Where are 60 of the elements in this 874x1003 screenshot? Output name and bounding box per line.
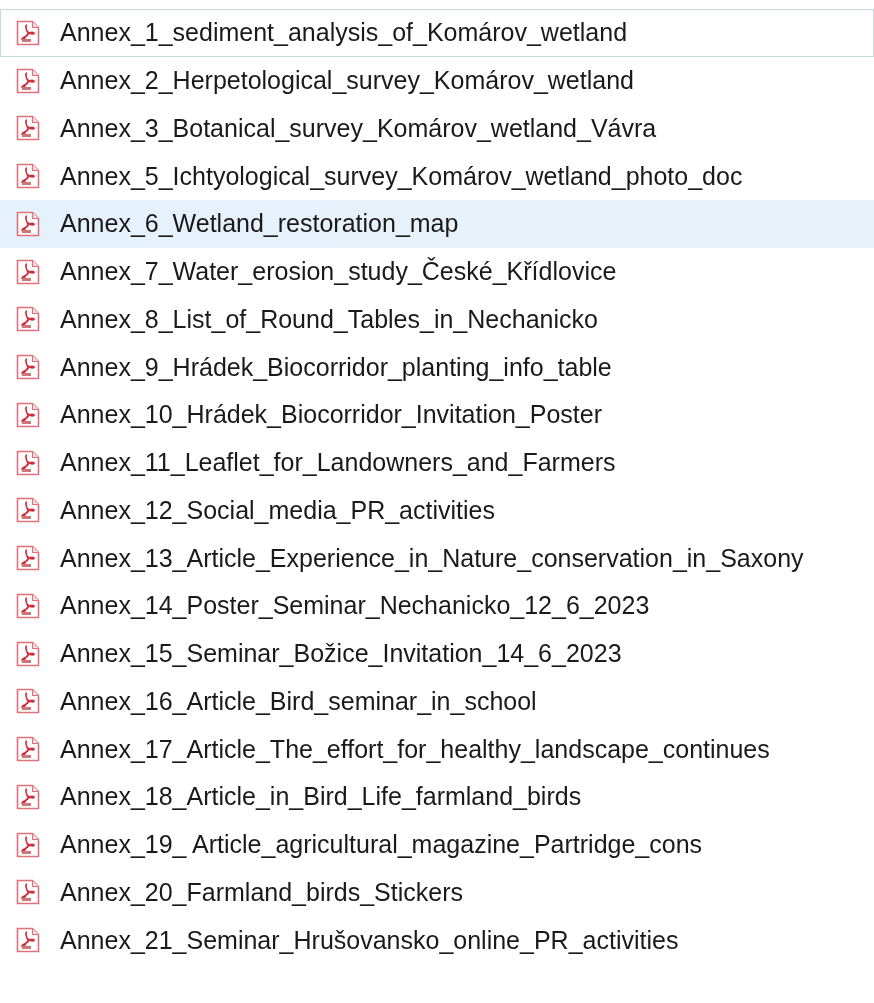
file-name: Annex_8_List_of_Round_Tables_in_Nechanicko	[60, 304, 598, 334]
file-item[interactable]: Annex_2_Herpetological_survey_Komárov_wetland	[0, 56, 874, 105]
pdf-file-icon	[16, 640, 40, 667]
file-name: Annex_16_Article_Bird_seminar_in_school	[60, 686, 537, 716]
file-name: Annex_9_Hrádek_Biocorridor_planting_info_table	[60, 352, 612, 382]
pdf-file-icon	[16, 927, 40, 954]
file-item[interactable]: Annex_14_Poster_Seminar_Nechanicko_12_6_2023	[0, 582, 874, 630]
file-name: Annex_12_Social_media_PR_activities	[60, 495, 495, 525]
pdf-file-icon	[16, 115, 40, 142]
file-name: Annex_6_Wetland_restoration_map	[60, 209, 459, 239]
file-item[interactable]: Annex_3_Botanical_survey_Komárov_wetland_Vávra	[0, 104, 874, 153]
file-item[interactable]: Annex_10_Hrádek_Biocorridor_Invitation_Poster	[0, 391, 874, 439]
pdf-file-icon	[16, 783, 40, 810]
file-name: Annex_2_Herpetological_survey_Komárov_wetland	[60, 66, 634, 96]
pdf-file-icon	[16, 306, 40, 333]
file-name: Annex_1_sediment_analysis_of_Komárov_wetland	[60, 18, 628, 48]
file-item[interactable]: Annex_20_Farmland_birds_Stickers	[0, 868, 874, 917]
file-item[interactable]: Annex_13_Article_Experience_in_Nature_conservation_in_Saxony	[0, 534, 874, 582]
file-name: Annex_10_Hrádek_Biocorridor_Invitation_Poster	[60, 400, 602, 430]
file-name: Annex_15_Seminar_Božice_Invitation_14_6_2023	[60, 639, 622, 669]
pdf-file-icon	[16, 736, 40, 763]
file-name: Annex_14_Poster_Seminar_Nechanicko_12_6_2023	[60, 591, 650, 621]
pdf-file-icon	[16, 163, 40, 190]
file-item[interactable]: Annex_1_sediment_analysis_of_Komárov_wetland	[0, 9, 874, 57]
pdf-file-icon	[16, 545, 40, 572]
file-name: Annex_17_Article_The_effort_for_healthy_landscape_continues	[60, 734, 770, 764]
pdf-file-icon	[16, 19, 40, 46]
pdf-file-icon	[16, 449, 40, 476]
file-item[interactable]: Annex_7_Water_erosion_study_České_Křídlovice	[0, 247, 874, 296]
file-item[interactable]: Annex_17_Article_The_effort_for_healthy_landscape_continues	[0, 725, 874, 773]
file-name: Annex_11_Leaflet_for_Landowners_and_Farmers	[60, 448, 616, 478]
file-item[interactable]: Annex_16_Article_Bird_seminar_in_school	[0, 677, 874, 726]
pdf-file-icon	[16, 354, 40, 381]
pdf-file-icon	[16, 401, 40, 428]
file-name: Annex_7_Water_erosion_study_České_Křídlovice	[60, 257, 617, 287]
file-item[interactable]: Annex_18_Article_in_Bird_Life_farmland_birds	[0, 773, 874, 821]
file-item[interactable]: Annex_9_Hrádek_Biocorridor_planting_info_table	[0, 343, 874, 391]
file-name: Annex_13_Article_Experience_in_Nature_conservation_in_Saxony	[60, 543, 804, 573]
file-name: Annex_18_Article_in_Bird_Life_farmland_birds	[60, 782, 582, 812]
file-item[interactable]: Annex_12_Social_media_PR_activities	[0, 486, 874, 535]
pdf-file-icon	[16, 688, 40, 715]
file-item[interactable]: Annex_8_List_of_Round_Tables_in_Nechanicko	[0, 295, 874, 344]
file-name: Annex_3_Botanical_survey_Komárov_wetland_Vávra	[60, 113, 657, 143]
file-item[interactable]: Annex_5_Ichtyological_survey_Komárov_wetland_photo_doc	[0, 152, 874, 200]
pdf-file-icon	[16, 592, 40, 619]
pdf-file-icon	[16, 497, 40, 524]
file-name: Annex_19_ Article_agricultural_magazine_Partridge_cons	[60, 830, 703, 860]
file-item[interactable]: Annex_6_Wetland_restoration_map	[0, 200, 874, 248]
file-name: Annex_5_Ichtyological_survey_Komárov_wetland_photo_doc	[60, 161, 743, 191]
file-item[interactable]: Annex_21_Seminar_Hrušovansko_online_PR_activities	[0, 916, 874, 964]
file-item[interactable]: Annex_11_Leaflet_for_Landowners_and_Farmers	[0, 438, 874, 487]
file-item[interactable]: Annex_19_ Article_agricultural_magazine_Partridge_cons	[0, 820, 874, 869]
pdf-file-icon	[16, 879, 40, 906]
file-name: Annex_20_Farmland_birds_Stickers	[60, 877, 463, 907]
file-name: Annex_21_Seminar_Hrušovansko_online_PR_activities	[60, 925, 679, 955]
file-item[interactable]: Annex_15_Seminar_Božice_Invitation_14_6_2023	[0, 629, 874, 678]
pdf-file-icon	[16, 67, 40, 94]
pdf-file-icon	[16, 258, 40, 285]
pdf-file-icon	[16, 210, 40, 237]
pdf-file-icon	[16, 831, 40, 858]
